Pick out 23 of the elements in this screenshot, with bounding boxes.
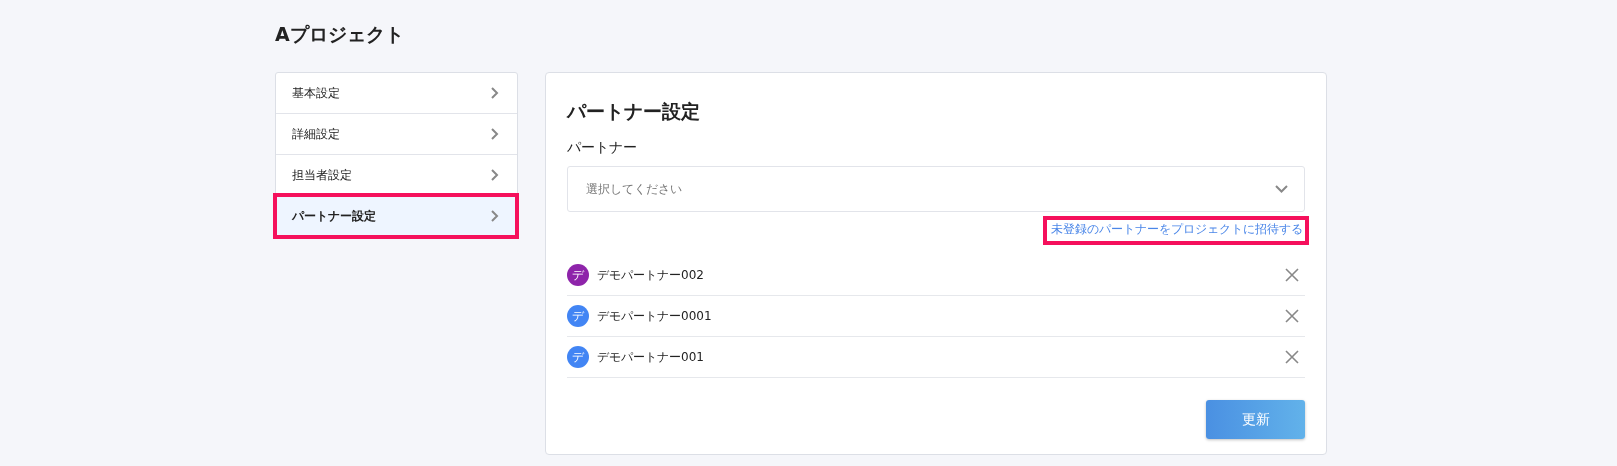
invite-link[interactable]: 未登録のパートナーをプロジェクトに招待する	[1049, 218, 1305, 241]
section-title: パートナー設定	[567, 99, 701, 124]
partner-name: デモパートナー002	[597, 266, 705, 284]
sidebar-item[interactable]: 基本設定	[276, 73, 517, 113]
avatar: デ	[567, 346, 589, 368]
close-icon[interactable]	[1285, 268, 1299, 282]
chevron-right-icon	[491, 87, 499, 99]
close-icon[interactable]	[1285, 309, 1299, 323]
sidebar-item[interactable]: パートナー設定	[276, 195, 517, 236]
avatar: デ	[567, 264, 589, 286]
partner-select[interactable]: 選択してください	[567, 166, 1305, 212]
chevron-right-icon	[491, 128, 499, 140]
page-title: Aプロジェクト	[275, 22, 405, 47]
partner-name: デモパートナー001	[597, 348, 705, 366]
sidebar-item[interactable]: 詳細設定	[276, 113, 517, 154]
chevron-right-icon	[491, 210, 499, 222]
field-label: パートナー	[567, 139, 637, 157]
chevron-right-icon	[491, 169, 499, 181]
partner-name: デモパートナー0001	[597, 307, 713, 325]
chevron-down-icon	[1275, 185, 1288, 193]
sidebar-item[interactable]: 担当者設定	[276, 154, 517, 195]
close-icon[interactable]	[1285, 350, 1299, 364]
avatar: デ	[567, 305, 589, 327]
